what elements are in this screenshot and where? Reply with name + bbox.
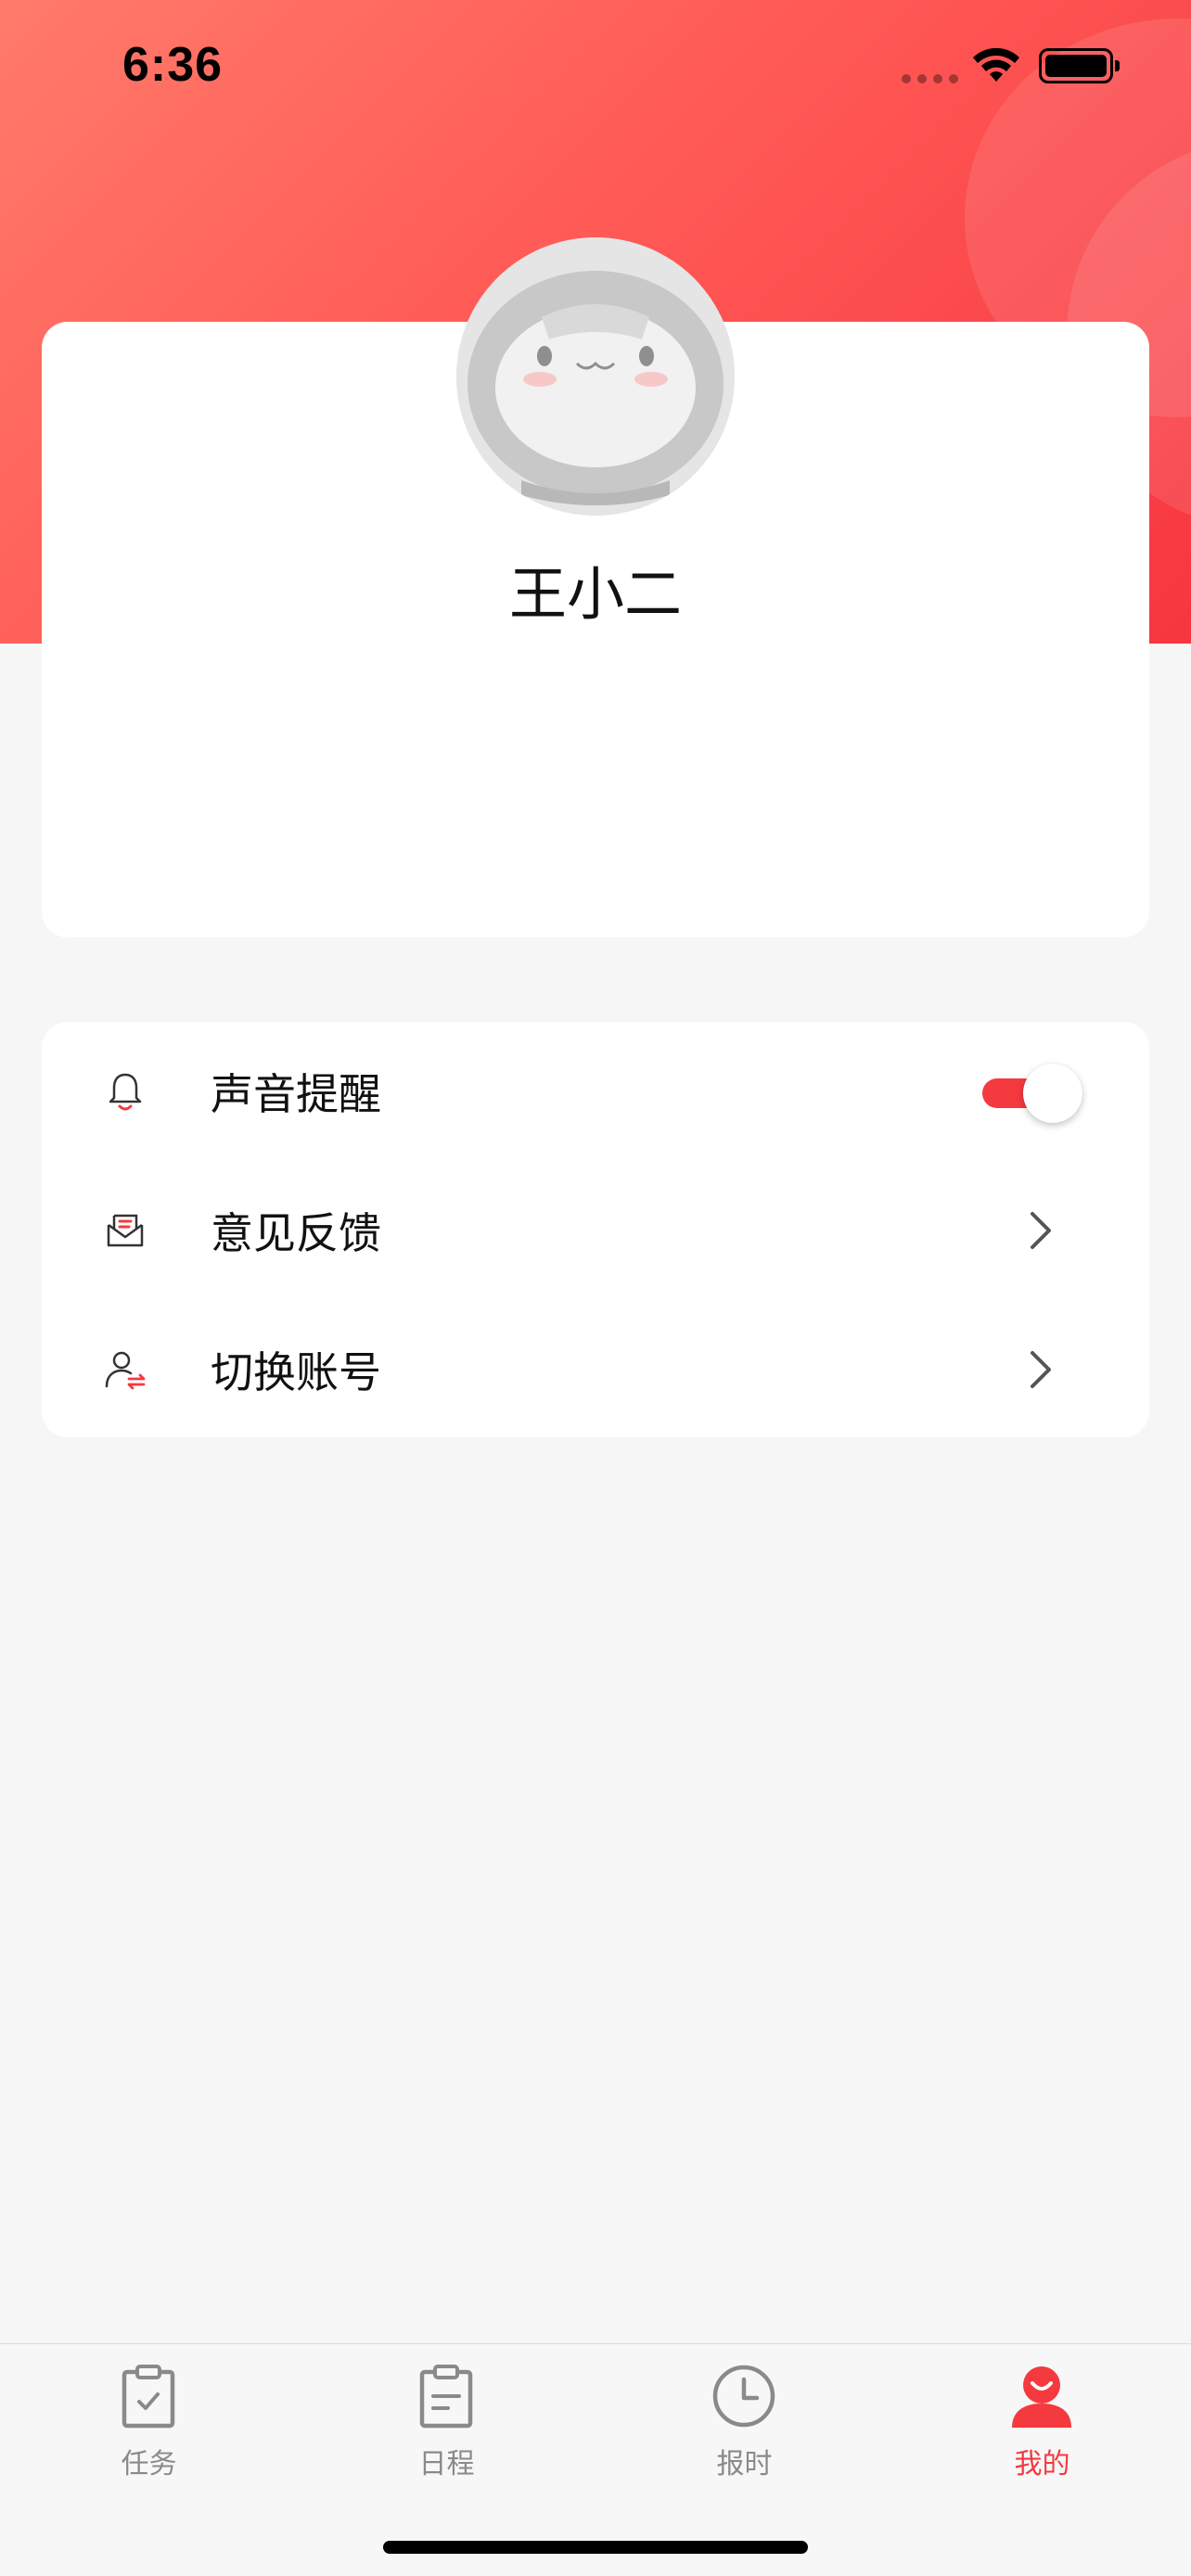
tab-mine[interactable]: 我的: [893, 2344, 1191, 2493]
setting-label: 声音提醒: [211, 1069, 381, 1119]
tab-label: 日程: [418, 2448, 475, 2480]
sound-reminder-toggle[interactable]: [980, 1064, 1082, 1123]
signal-dots-icon: [902, 74, 958, 83]
clipboard-list-icon: [419, 2365, 473, 2429]
tab-label: 报时: [716, 2448, 773, 2480]
setting-row-switch-account[interactable]: 切换账号: [42, 1300, 1149, 1439]
status-bar: 6:36: [0, 0, 1191, 130]
status-time: 6:36: [122, 38, 224, 92]
wifi-icon: [973, 47, 1019, 82]
mail-icon: [107, 1214, 144, 1247]
chevron-right-icon: [1031, 1212, 1051, 1249]
user-name: 王小二: [508, 560, 682, 628]
switch-user-icon: [105, 1351, 146, 1390]
tab-label: 我的: [1014, 2448, 1070, 2480]
battery-icon: [1039, 48, 1120, 83]
settings-card: 声音提醒 意见反馈 切换账号: [42, 1022, 1149, 1437]
setting-label: 切换账号: [211, 1347, 381, 1397]
clipboard-check-icon: [122, 2365, 175, 2429]
user-icon: [1012, 2366, 1071, 2428]
chevron-right-icon: [1031, 1351, 1051, 1388]
tab-timekeeping[interactable]: 报时: [596, 2344, 893, 2493]
setting-row-feedback[interactable]: 意见反馈: [42, 1161, 1149, 1300]
bell-icon: [109, 1073, 142, 1111]
setting-label: 意见反馈: [211, 1208, 381, 1258]
tab-schedule[interactable]: 日程: [298, 2344, 596, 2493]
cat-face-avatar[interactable]: [456, 237, 735, 516]
tab-label: 任务: [121, 2448, 177, 2480]
clock-icon: [712, 2365, 775, 2428]
home-indicator[interactable]: [383, 2541, 808, 2554]
setting-row-sound-reminder[interactable]: 声音提醒: [42, 1022, 1149, 1161]
tab-tasks[interactable]: 任务: [0, 2344, 298, 2493]
cat-face-icon: [456, 237, 735, 516]
